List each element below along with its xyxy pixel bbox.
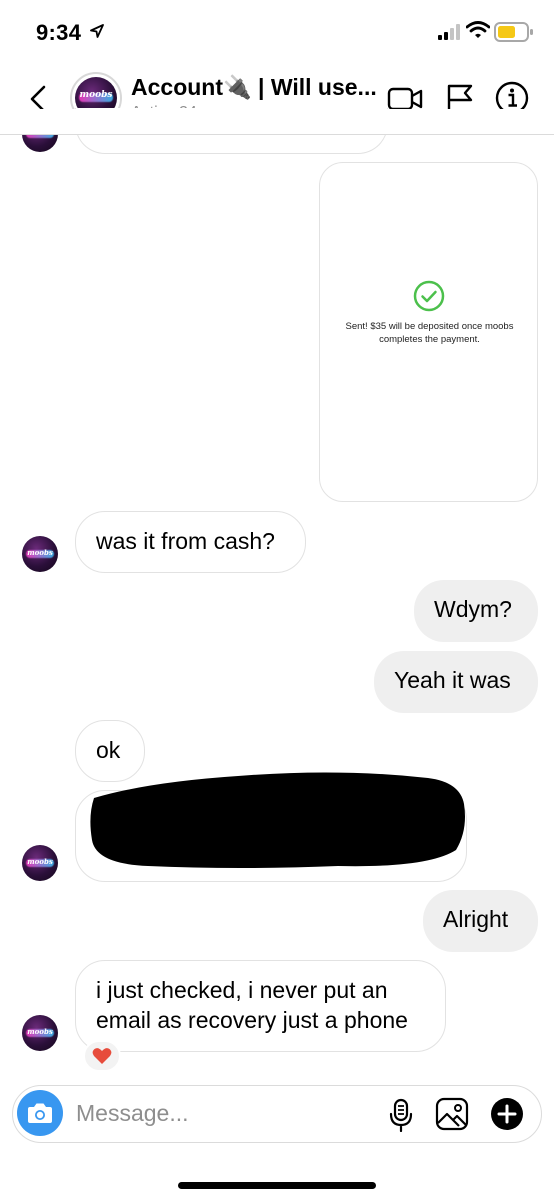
avatar-logo-text: moobs <box>27 1026 53 1036</box>
microphone-icon[interactable] <box>389 1098 413 1137</box>
heart-reaction[interactable] <box>83 1040 121 1072</box>
conversation-title[interactable]: Account🔌 | Will use... <box>131 74 377 101</box>
camera-button[interactable] <box>17 1090 63 1136</box>
message-composer: Message... <box>12 1085 542 1143</box>
header-underlay <box>0 109 554 135</box>
gallery-icon[interactable] <box>435 1097 469 1136</box>
message-line: i just checked, i never put an <box>96 977 388 1003</box>
home-indicator[interactable] <box>178 1182 376 1189</box>
message-received[interactable]: i just checked, i never put an email as … <box>75 960 446 1052</box>
message-sent[interactable]: Alright <box>423 890 538 952</box>
payment-card[interactable]: Sent! $35 will be deposited once moobs c… <box>319 162 538 502</box>
heart-icon <box>92 1048 112 1064</box>
status-bar: 9:34 <box>0 0 554 64</box>
check-circle-icon <box>413 280 445 317</box>
avatar-logo-text: moobs <box>27 547 53 557</box>
message-input[interactable]: Message... <box>76 1100 189 1127</box>
status-time: 9:34 <box>36 20 82 45</box>
sender-avatar[interactable]: moobs <box>22 1015 58 1051</box>
battery-icon <box>494 21 534 48</box>
sender-avatar[interactable]: moobs <box>22 536 58 572</box>
signal-icon <box>438 24 462 45</box>
avatar-logo-text: moobs <box>79 90 113 101</box>
message-sent[interactable]: Yeah it was <box>374 651 538 713</box>
redaction-scribble <box>90 772 466 868</box>
message-sent[interactable]: Wdym? <box>414 580 538 642</box>
location-arrow-icon <box>90 24 104 43</box>
wifi-icon <box>465 21 491 44</box>
message-received[interactable]: was it from cash? <box>75 511 306 573</box>
sender-avatar[interactable]: moobs <box>22 845 58 881</box>
payment-card-text: Sent! $35 will be deposited once moobs c… <box>345 321 514 345</box>
plus-icon[interactable] <box>489 1096 525 1137</box>
avatar-logo-text: moobs <box>27 856 53 866</box>
camera-icon <box>28 1103 52 1123</box>
message-line: email as recovery just a phone <box>96 1007 408 1033</box>
